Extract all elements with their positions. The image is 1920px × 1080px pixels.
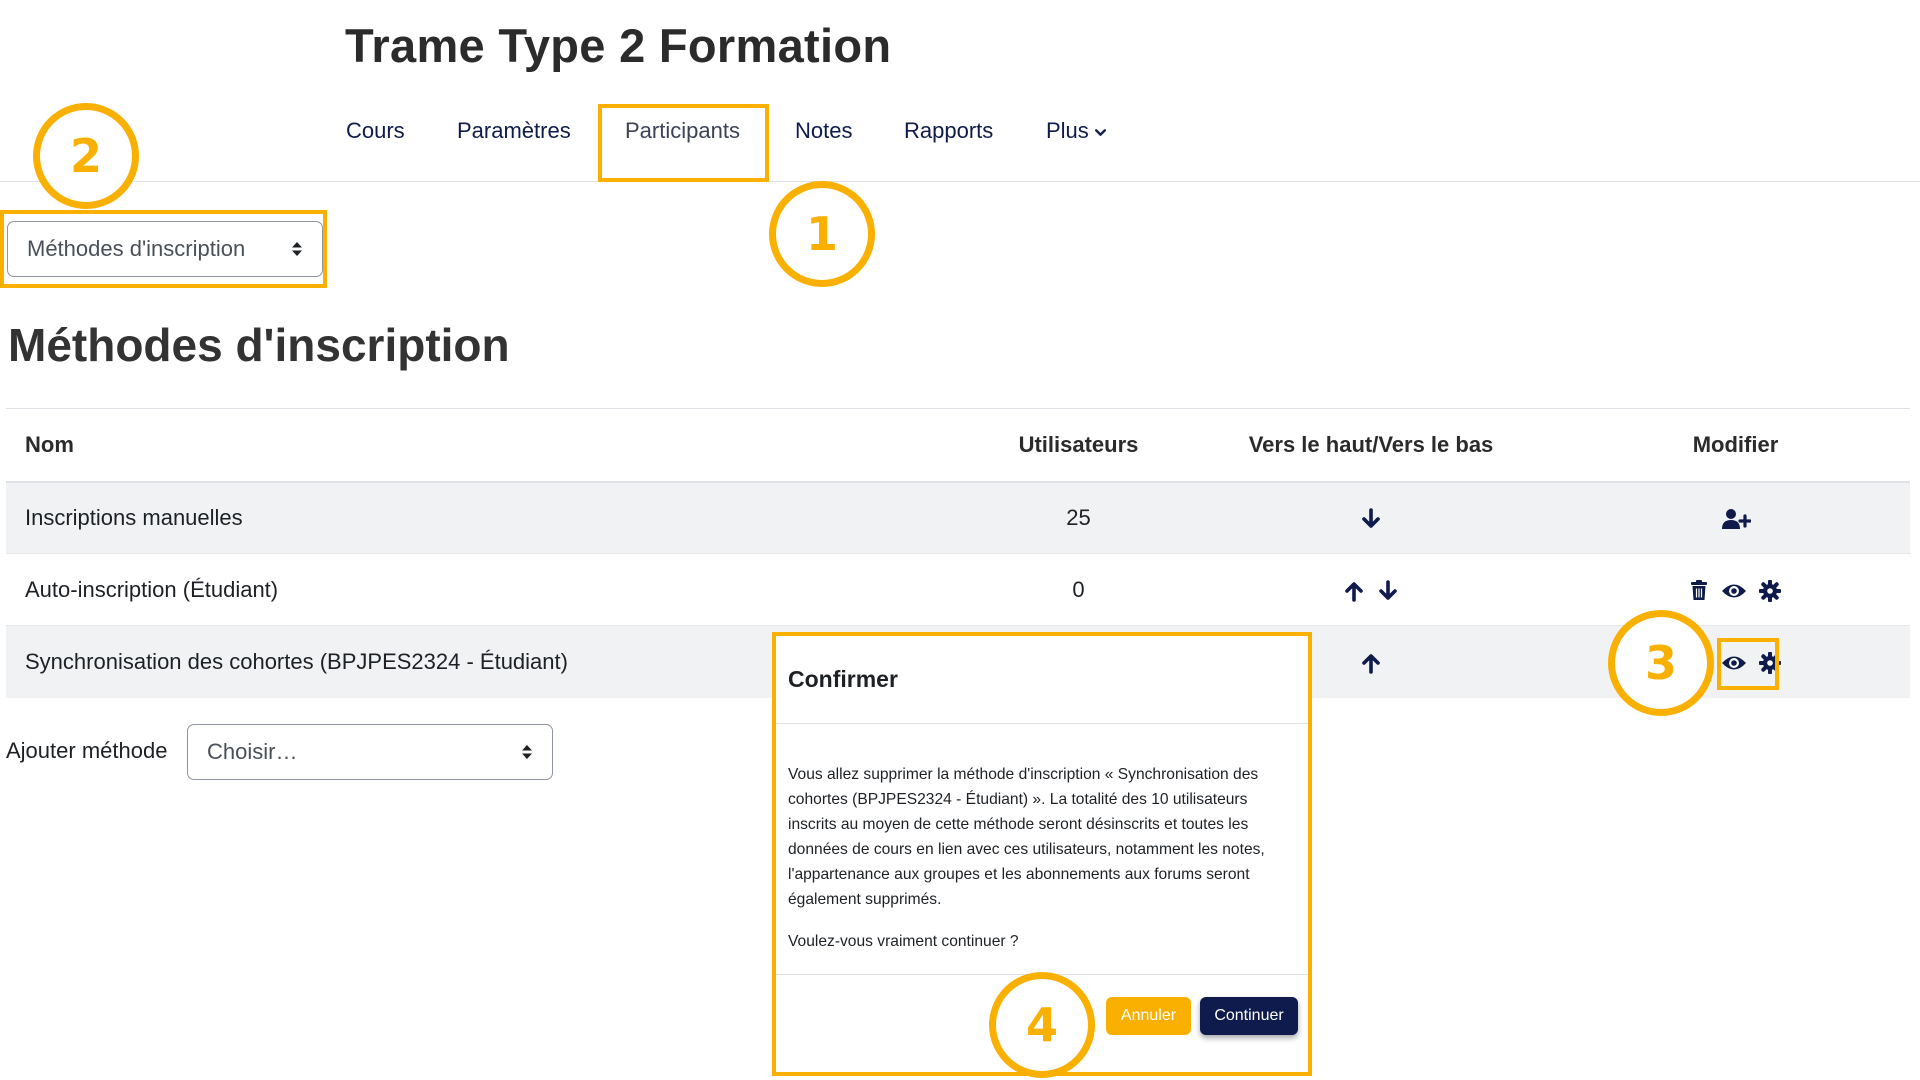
dialog-message: Vous allez supprimer la méthode d'inscri… [788,766,1265,908]
method-name: Inscriptions manuelles [6,481,976,554]
gear-icon[interactable] [1758,651,1781,674]
eye-icon[interactable] [1721,582,1747,600]
dialog-question: Voulez-vous vraiment continuer ? [788,933,1019,950]
gear-icon[interactable] [1758,579,1781,602]
column-header-edit: Modifier [1561,408,1910,483]
dialog-body: Vous allez supprimer la méthode d'inscri… [776,724,1308,954]
course-nav: Cours Paramètres Participants Notes Rapp… [0,100,1920,182]
column-header-users: Utilisateurs [976,408,1181,483]
callout-4: 4 [989,972,1095,1078]
tab-plus-label: Plus [1046,118,1089,143]
page-title: Méthodes d'inscription [8,319,510,371]
arrow-down-icon[interactable] [1377,579,1399,602]
arrow-up-icon[interactable] [1360,652,1382,674]
course-title: Trame Type 2 Formation [345,19,892,72]
add-method-label: Ajouter méthode [6,738,168,763]
page-navigation-select-value: Méthodes d'inscription [27,236,246,261]
eye-icon[interactable] [1721,654,1747,672]
callout-3: 3 [1608,610,1714,716]
add-method-select[interactable]: Choisir… [187,724,553,780]
method-edit-cell [1561,481,1910,554]
tab-plus[interactable]: Plus [1046,118,1107,145]
sort-arrows-icon [291,241,303,257]
table-row: Auto-inscription (Étudiant) 0 [6,553,1910,626]
enrol-users-icon[interactable] [1721,508,1751,530]
table-header-row: Nom Utilisateurs Vers le haut/Vers le ba… [6,408,1910,483]
tab-rapports[interactable]: Rapports [904,118,993,144]
dialog-title: Confirmer [788,666,898,692]
page-navigation-select[interactable]: Méthodes d'inscription [7,221,323,277]
method-move-cell [1181,553,1561,626]
column-header-updown: Vers le haut/Vers le bas [1181,408,1561,483]
tab-participants[interactable]: Participants [625,118,740,144]
method-name: Auto-inscription (Étudiant) [6,553,976,626]
dialog-header: Confirmer [776,636,1308,724]
cancel-button[interactable]: Annuler [1106,997,1191,1035]
callout-2: 2 [33,103,139,209]
chevron-down-icon [1094,119,1107,145]
trash-icon[interactable] [1690,580,1708,601]
method-move-cell [1181,481,1561,554]
arrow-up-icon[interactable] [1343,580,1365,602]
add-method-select-value: Choisir… [207,739,298,764]
method-edit-cell [1561,553,1910,626]
column-header-name: Nom [6,408,976,483]
callout-1: 1 [769,181,875,287]
tab-notes[interactable]: Notes [795,118,852,144]
continue-button[interactable]: Continuer [1200,997,1298,1035]
arrow-down-icon[interactable] [1360,508,1382,530]
method-users: 25 [976,481,1181,554]
sort-arrows-icon [521,744,533,760]
tab-parametres[interactable]: Paramètres [457,118,571,144]
tab-cours[interactable]: Cours [346,118,405,144]
table-row: Inscriptions manuelles 25 [6,481,1910,554]
method-users: 0 [976,553,1181,626]
